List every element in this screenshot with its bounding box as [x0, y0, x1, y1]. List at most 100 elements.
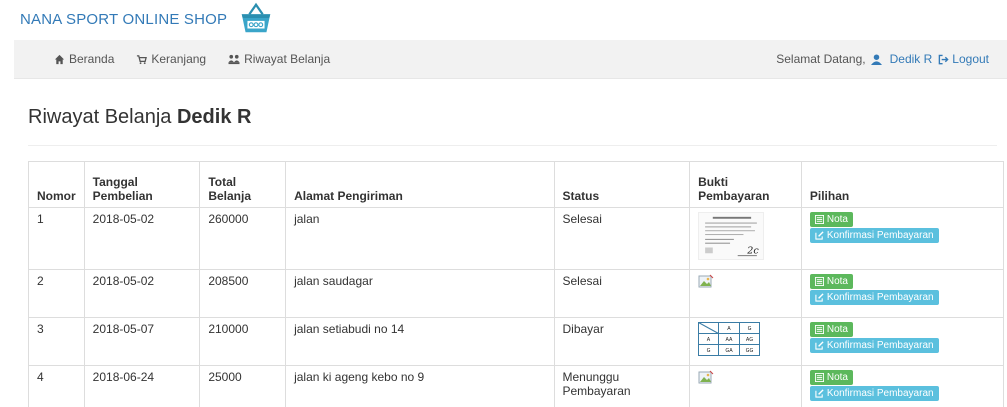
- proof-grid-cell: AA: [726, 337, 734, 343]
- header-tanggal: Tanggal Pembelian: [83, 161, 201, 208]
- cell-nomor: 2: [28, 269, 85, 318]
- konfirmasi-label: Konfirmasi Pembayaran: [826, 340, 934, 351]
- payment-proof-thumbnail[interactable]: 2c: [698, 212, 765, 260]
- nota-button[interactable]: Nota: [809, 212, 853, 227]
- cell-pilihan: Nota Konfirmasi Pembayaran: [800, 365, 1005, 407]
- action-buttons: Nota Konfirmasi Pembayaran: [809, 274, 995, 305]
- page-title-prefix: Riwayat Belanja: [28, 106, 172, 128]
- proof-grid-cell: GG: [746, 348, 754, 354]
- cell-nomor: 3: [28, 317, 85, 366]
- edit-icon: [815, 389, 824, 398]
- user-icon: [870, 53, 882, 65]
- nav-item-keranjang[interactable]: Keranjang: [136, 52, 206, 66]
- cell-alamat: jalan setiabudi no 14: [285, 317, 555, 366]
- nav-item-beranda[interactable]: Beranda: [54, 52, 114, 66]
- cell-pilihan: Nota Konfirmasi Pembayaran: [800, 269, 1005, 318]
- edit-icon: [815, 341, 824, 350]
- page-title-user: Dedik R: [176, 106, 252, 128]
- header-status: Status: [553, 161, 691, 208]
- proof-grid-cell: A: [727, 326, 731, 332]
- cell-alamat: jalan: [285, 207, 555, 270]
- cell-pilihan: Nota Konfirmasi Pembayaran: [800, 207, 1005, 270]
- cell-nomor: 4: [28, 365, 85, 407]
- logout-label: Logout: [952, 52, 989, 66]
- action-buttons: Nota Konfirmasi Pembayaran: [809, 370, 995, 401]
- cell-tanggal: 2018-06-24: [83, 365, 201, 407]
- header-bukti: Bukti Pembayaran: [689, 161, 802, 208]
- cell-total: 25000: [199, 365, 287, 407]
- konfirmasi-button[interactable]: Konfirmasi Pembayaran: [809, 338, 939, 353]
- nav-item-label: Beranda: [69, 52, 115, 66]
- nota-label: Nota: [826, 214, 848, 225]
- payment-proof-thumbnail[interactable]: A G A AA AG G GA GG: [698, 322, 761, 356]
- home-icon: [54, 54, 65, 64]
- user-area: Selamat Datang, Dedik R Logout: [776, 52, 1007, 66]
- cart-icon: [137, 54, 148, 64]
- cell-pilihan: Nota Konfirmasi Pembayaran: [800, 317, 1005, 366]
- nota-button[interactable]: Nota: [809, 274, 853, 289]
- svg-text:2c: 2c: [746, 245, 759, 256]
- cell-bukti: [689, 365, 802, 407]
- broken-image-icon[interactable]: [698, 370, 714, 386]
- cell-tanggal: 2018-05-02: [83, 269, 201, 318]
- konfirmasi-button[interactable]: Konfirmasi Pembayaran: [809, 290, 939, 305]
- nav-item-label: Riwayat Belanja: [244, 52, 331, 66]
- list-icon: [814, 215, 824, 224]
- action-buttons: Nota Konfirmasi Pembayaran: [809, 212, 995, 243]
- nota-button[interactable]: Nota: [809, 322, 853, 337]
- konfirmasi-label: Konfirmasi Pembayaran: [826, 230, 934, 241]
- nota-label: Nota: [826, 276, 848, 287]
- cell-status: Menunggu Pembayaran: [553, 365, 691, 407]
- proof-grid-cell: GA: [725, 348, 733, 354]
- cell-tanggal: 2018-05-02: [83, 207, 201, 270]
- history-table: Nomor Tanggal Pembelian Total Belanja Al…: [28, 161, 1005, 407]
- header-nomor: Nomor: [28, 161, 85, 208]
- list-icon: [814, 277, 824, 286]
- cell-nomor: 1: [28, 207, 85, 270]
- cell-bukti: A G A AA AG G GA GG: [689, 317, 802, 366]
- header-pilihan: Pilihan: [800, 161, 1005, 208]
- list-icon: [814, 373, 824, 382]
- cell-total: 210000: [199, 317, 287, 366]
- welcome-text: Selamat Datang,: [776, 52, 866, 66]
- nota-label: Nota: [826, 324, 848, 335]
- proof-grid-cell: G: [748, 326, 752, 332]
- cell-total: 208500: [199, 269, 287, 318]
- page-title: Riwayat Belanja Dedik R: [28, 106, 997, 129]
- cell-status: Selesai: [553, 207, 691, 270]
- table-header-row: Nomor Tanggal Pembelian Total Belanja Al…: [28, 161, 1005, 208]
- table-row: 4 2018-06-24 25000 jalan ki ageng kebo n…: [28, 365, 1005, 407]
- proof-grid-cell: AG: [746, 337, 753, 343]
- nota-label: Nota: [826, 372, 848, 383]
- brand[interactable]: NANA SPORT ONLINE SHOP: [20, 0, 275, 38]
- table-row: 3 2018-05-07 210000 jalan setiabudi no 1…: [28, 317, 1005, 366]
- proof-grid-cell: A: [707, 337, 711, 343]
- edit-icon: [815, 231, 824, 240]
- user-link[interactable]: Dedik R: [890, 52, 933, 66]
- konfirmasi-button[interactable]: Konfirmasi Pembayaran: [809, 228, 939, 243]
- konfirmasi-button[interactable]: Konfirmasi Pembayaran: [809, 386, 939, 401]
- brand-name[interactable]: NANA SPORT ONLINE SHOP: [20, 11, 227, 28]
- logout-icon: [938, 54, 949, 64]
- nav-item-riwayat[interactable]: Riwayat Belanja: [228, 52, 330, 66]
- cell-alamat: jalan ki ageng kebo no 9: [285, 365, 555, 407]
- edit-icon: [815, 293, 824, 302]
- logout-link[interactable]: Logout: [932, 52, 989, 66]
- cell-status: Dibayar: [553, 317, 691, 366]
- basket-icon: [242, 2, 271, 33]
- proof-grid-cell: G: [707, 348, 711, 354]
- cell-bukti: [689, 269, 802, 318]
- header-total: Total Belanja: [199, 161, 287, 208]
- cell-bukti: 2c: [689, 207, 802, 270]
- header-alamat: Alamat Pengiriman: [285, 161, 555, 208]
- page-header: Riwayat Belanja Dedik R: [28, 106, 997, 146]
- navbar: Beranda Keranjang Riwayat Belanja Selama…: [14, 40, 1007, 79]
- table-row: 2 2018-05-02 208500 jalan saudagar Seles…: [28, 269, 1005, 318]
- broken-image-icon[interactable]: [698, 274, 714, 290]
- nota-button[interactable]: Nota: [809, 370, 853, 385]
- action-buttons: Nota Konfirmasi Pembayaran: [809, 322, 995, 353]
- history-icon: [228, 54, 240, 64]
- konfirmasi-label: Konfirmasi Pembayaran: [826, 388, 934, 399]
- table-row: 1 2018-05-02 260000 jalan Selesai 2c Not…: [28, 207, 1005, 270]
- cell-tanggal: 2018-05-07: [83, 317, 201, 366]
